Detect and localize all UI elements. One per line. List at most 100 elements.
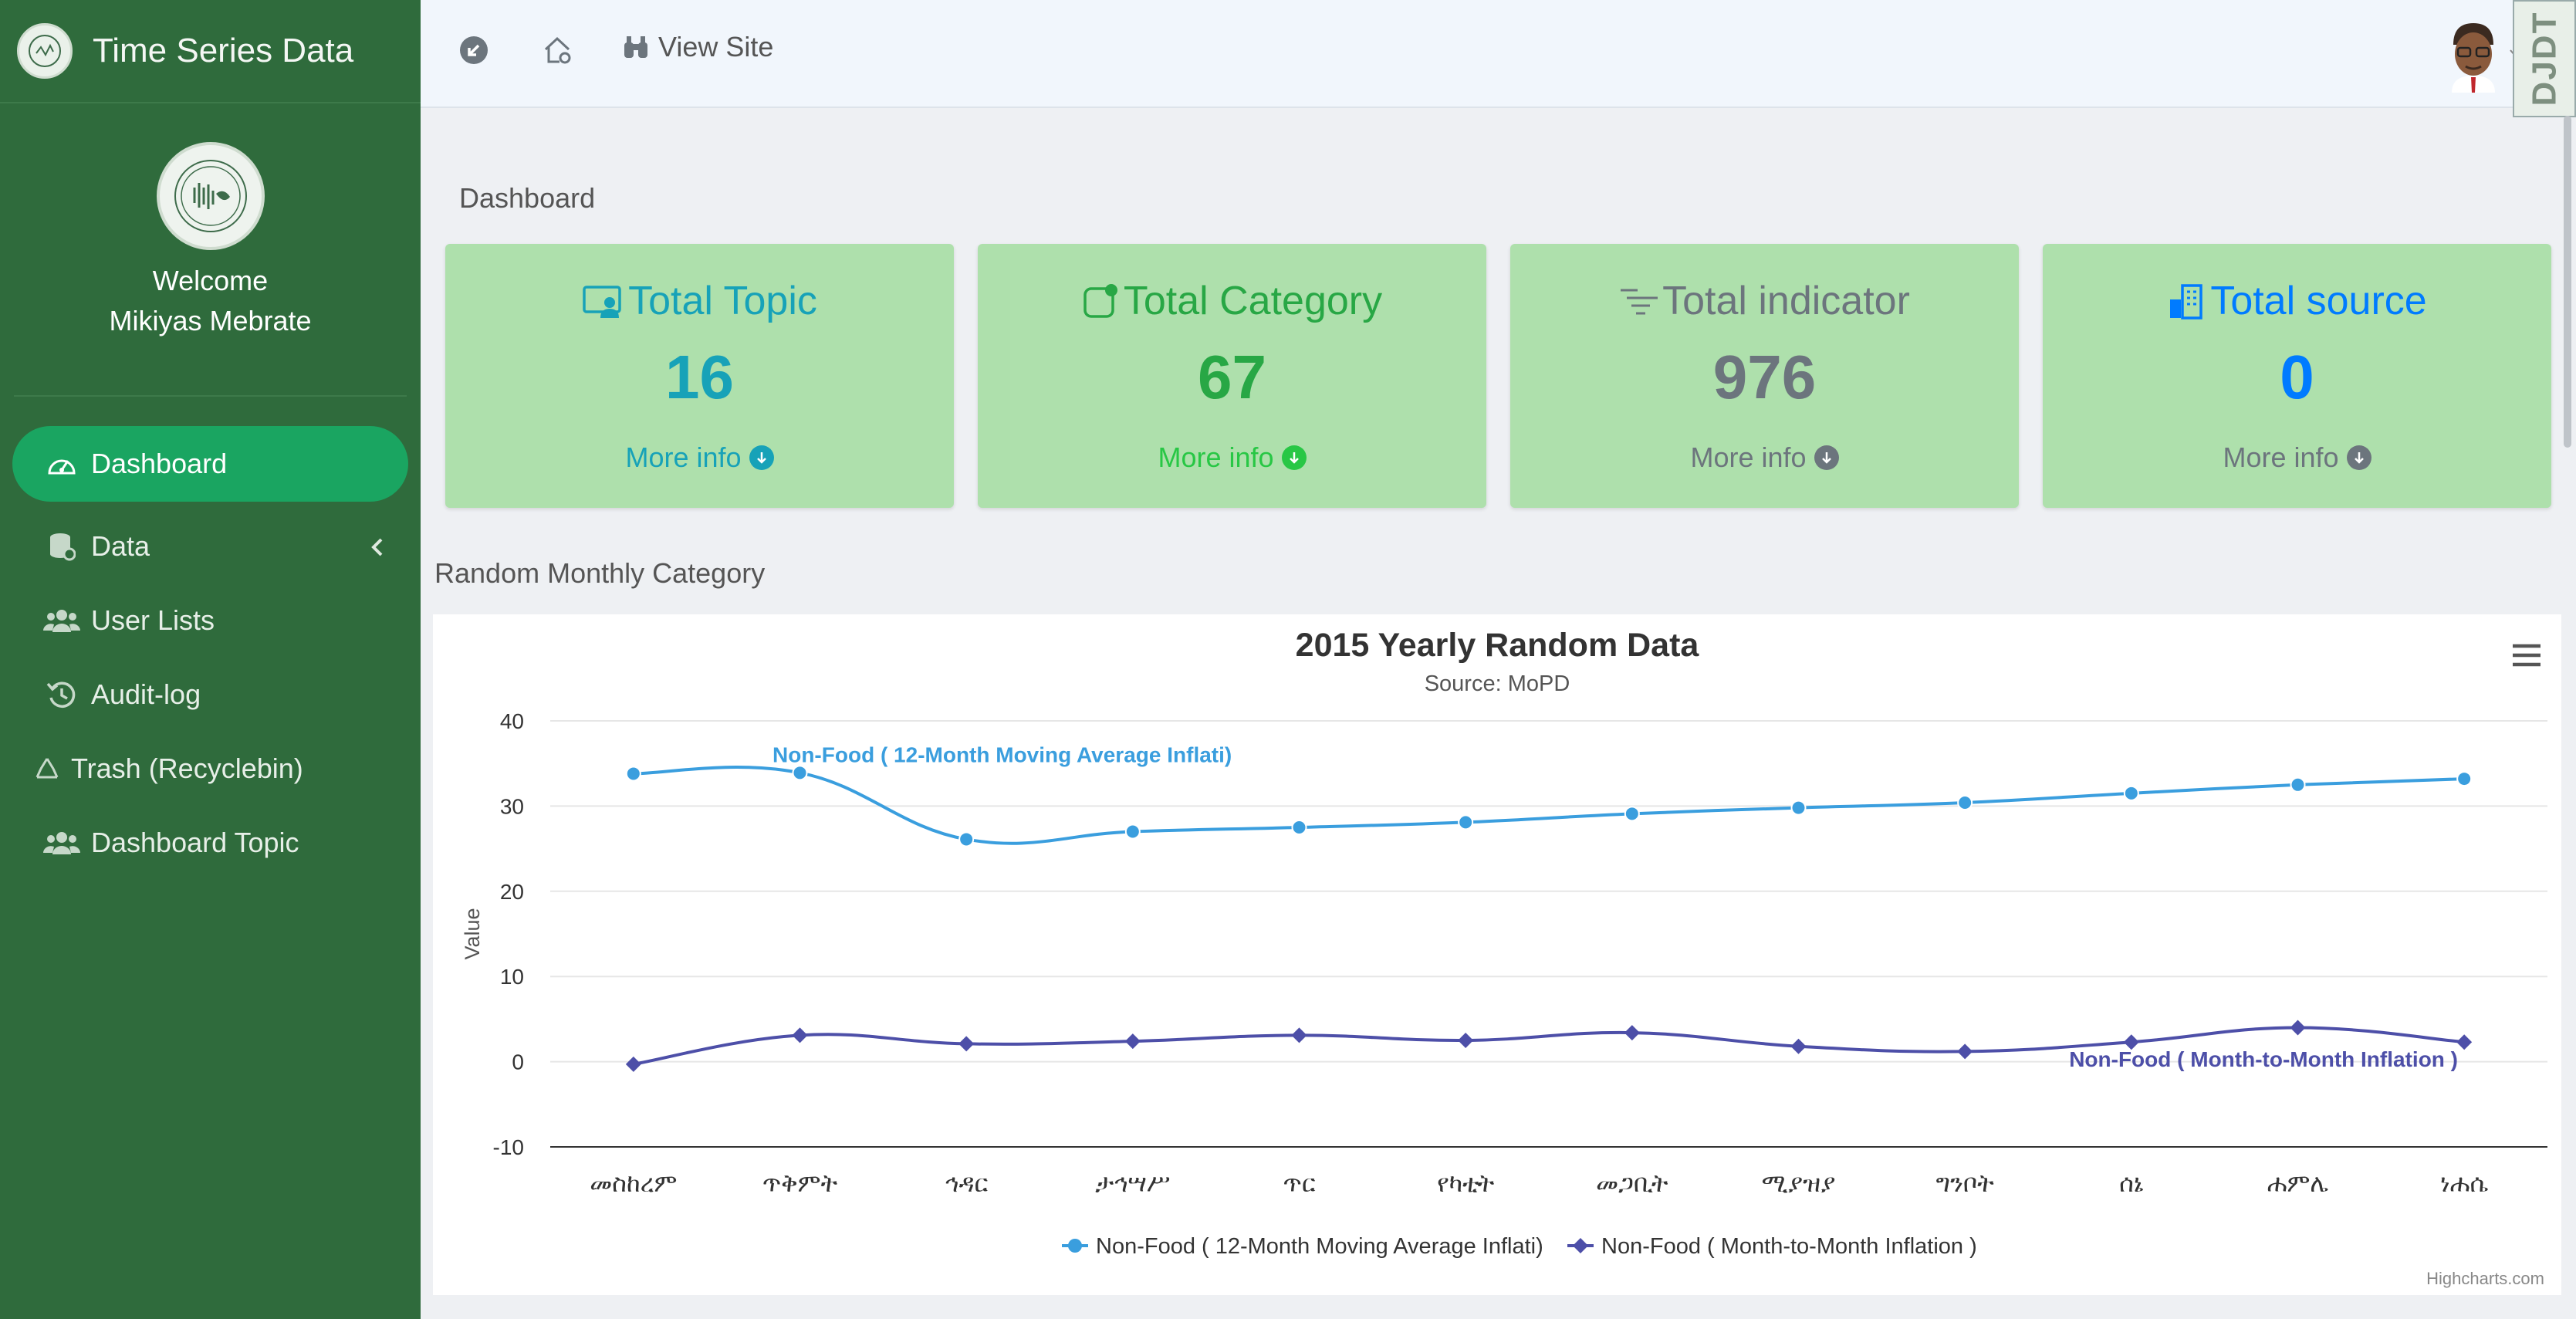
arrow-down-circle-icon bbox=[749, 445, 774, 470]
series-annotation: Non-Food ( 12-Month Moving Average Infla… bbox=[772, 742, 1232, 766]
gauge-icon bbox=[43, 448, 80, 479]
data-point bbox=[958, 831, 975, 847]
sidebar-item-label: User Lists bbox=[91, 604, 215, 636]
data-point bbox=[1790, 1038, 1807, 1054]
x-tick-label: መጋቢት bbox=[1596, 1169, 1668, 1197]
card-title-text: Total Category bbox=[1123, 279, 1383, 323]
data-point bbox=[2290, 1020, 2306, 1036]
app-badge-icon bbox=[1082, 282, 1121, 320]
y-tick-label: 10 bbox=[500, 965, 524, 989]
y-tick-label: 0 bbox=[512, 1050, 524, 1074]
x-tick-label: መስከረም bbox=[590, 1169, 677, 1197]
sidebar-item-label: Dashboard bbox=[91, 448, 228, 479]
data-point bbox=[1957, 794, 1973, 810]
legend-marker bbox=[1068, 1239, 1082, 1253]
arrow-down-circle-icon bbox=[2346, 445, 2371, 470]
section-title: Random Monthly Category bbox=[434, 557, 766, 589]
recycle-icon bbox=[34, 753, 60, 784]
history-icon bbox=[43, 679, 80, 710]
data-point bbox=[792, 1027, 808, 1043]
sidebar-item-dashboard-topic[interactable]: Dashboard Topic bbox=[12, 806, 408, 880]
data-point bbox=[1458, 1033, 1474, 1048]
arrow-down-circle-icon bbox=[1281, 445, 1307, 470]
view-site-label: View Site bbox=[658, 31, 774, 63]
debug-toolbar-label: DJDT bbox=[2525, 11, 2563, 107]
arrow-down-circle-icon bbox=[1814, 445, 1839, 470]
data-point bbox=[2456, 771, 2473, 787]
sidebar-item-trash[interactable]: Trash (Recyclebin) bbox=[12, 732, 408, 806]
data-point bbox=[1624, 1025, 1640, 1041]
more-info-link[interactable]: More info bbox=[445, 441, 954, 474]
user-panel: Welcome Mikiyas Mebrate bbox=[14, 103, 407, 397]
sidebar-item-label: Data bbox=[91, 530, 150, 562]
data-point bbox=[1957, 1043, 1973, 1060]
data-point bbox=[1291, 1027, 1307, 1043]
chart-container: 2015 Yearly Random Data Source: MoPD 40 3… bbox=[433, 614, 2561, 1295]
x-tick-label: ጥቅምት bbox=[762, 1169, 838, 1197]
data-point bbox=[1291, 820, 1307, 835]
sidebar-item-dashboard[interactable]: Dashboard bbox=[12, 426, 408, 502]
page-title: Dashboard bbox=[459, 182, 596, 214]
monitor-user-icon bbox=[582, 282, 625, 320]
users-icon bbox=[43, 605, 80, 636]
x-tick-label: የካቲት bbox=[1437, 1169, 1495, 1197]
x-tick-label: ጥር bbox=[1283, 1169, 1315, 1197]
sidebar-item-user-lists[interactable]: User Lists bbox=[12, 583, 408, 658]
x-tick-label: ግንቦት bbox=[1936, 1169, 1995, 1197]
x-tick-label: ነሐሴ bbox=[2440, 1169, 2488, 1197]
user-avatar[interactable] bbox=[2442, 22, 2504, 93]
sidebar-item-label: Trash (Recyclebin) bbox=[71, 753, 303, 784]
data-point bbox=[2123, 785, 2139, 801]
sidebar-item-label: Dashboard Topic bbox=[91, 827, 299, 858]
data-point bbox=[1790, 800, 1807, 816]
debug-toolbar-toggle[interactable]: DJDT bbox=[2513, 0, 2576, 117]
data-point bbox=[2456, 1034, 2473, 1050]
more-info-label: More info bbox=[625, 441, 742, 473]
user-logo-icon bbox=[156, 142, 265, 250]
collapse-arrow-icon[interactable] bbox=[458, 34, 490, 70]
line-chart: 40 30 20 10 0 -10 Value መስከረም ጥቅምት ኅዳር ታኅሣሥ ጥር የካቲት መ… bbox=[461, 709, 2547, 1259]
x-tick-label: ታኅሣሥ bbox=[1095, 1169, 1170, 1197]
legend-marker bbox=[1573, 1238, 1588, 1253]
y-tick-label: 30 bbox=[500, 794, 524, 818]
card-title-text: Total indicator bbox=[1662, 279, 1910, 323]
topbar: View Site bbox=[421, 0, 2576, 108]
data-point bbox=[625, 766, 641, 782]
legend-label[interactable]: Non-Food ( Month-to-Month Inflation ) bbox=[1601, 1234, 1977, 1259]
data-point bbox=[1458, 814, 1474, 830]
data-point bbox=[2290, 776, 2306, 793]
card-title: Total Topic bbox=[445, 278, 954, 324]
data-point bbox=[1624, 806, 1640, 822]
sidebar-item-data[interactable]: Data bbox=[12, 509, 408, 583]
y-tick-label: -10 bbox=[493, 1135, 524, 1159]
more-info-label: More info bbox=[1690, 441, 1807, 473]
brand-logo-icon bbox=[17, 23, 73, 79]
y-tick-label: 20 bbox=[500, 880, 524, 904]
more-info-link[interactable]: More info bbox=[978, 441, 1486, 474]
sidebar-item-label: Audit-log bbox=[91, 678, 201, 710]
brand[interactable]: Time Series Data bbox=[0, 0, 421, 103]
users-icon bbox=[43, 827, 80, 858]
sidebar-nav: Dashboard Data User Lists Audit-log Tras… bbox=[0, 397, 421, 880]
data-point bbox=[958, 1036, 975, 1052]
more-info-label: More info bbox=[1158, 441, 1274, 473]
legend-label[interactable]: Non-Food ( 12-Month Moving Average Infla… bbox=[1096, 1234, 1543, 1259]
more-info-link[interactable]: More info bbox=[1510, 441, 2019, 474]
data-point bbox=[1124, 824, 1141, 840]
page-scrollbar[interactable] bbox=[2564, 116, 2571, 448]
home-settings-icon[interactable] bbox=[541, 34, 573, 70]
card-value: 67 bbox=[1198, 343, 1266, 411]
app-title: Time Series Data bbox=[93, 32, 354, 69]
card-title: Total Category bbox=[978, 278, 1486, 324]
card-title: Total source bbox=[2043, 278, 2551, 324]
card-total-indicator: Total indicator 976 More info bbox=[1510, 244, 2019, 508]
more-info-link[interactable]: More info bbox=[2043, 441, 2551, 474]
sidebar-item-audit-log[interactable]: Audit-log bbox=[12, 658, 408, 732]
view-site-link[interactable]: View Site bbox=[623, 31, 773, 63]
user-name[interactable]: Mikiyas Mebrate bbox=[14, 301, 407, 341]
chart-credits[interactable]: Highcharts.com bbox=[2426, 1269, 2544, 1289]
chevron-left-icon[interactable] bbox=[370, 533, 385, 565]
card-total-category: Total Category 67 More info bbox=[978, 244, 1486, 508]
series-line bbox=[633, 766, 2465, 845]
series-annotation: Non-Food ( Month-to-Month Inflation ) bbox=[2069, 1047, 2458, 1071]
